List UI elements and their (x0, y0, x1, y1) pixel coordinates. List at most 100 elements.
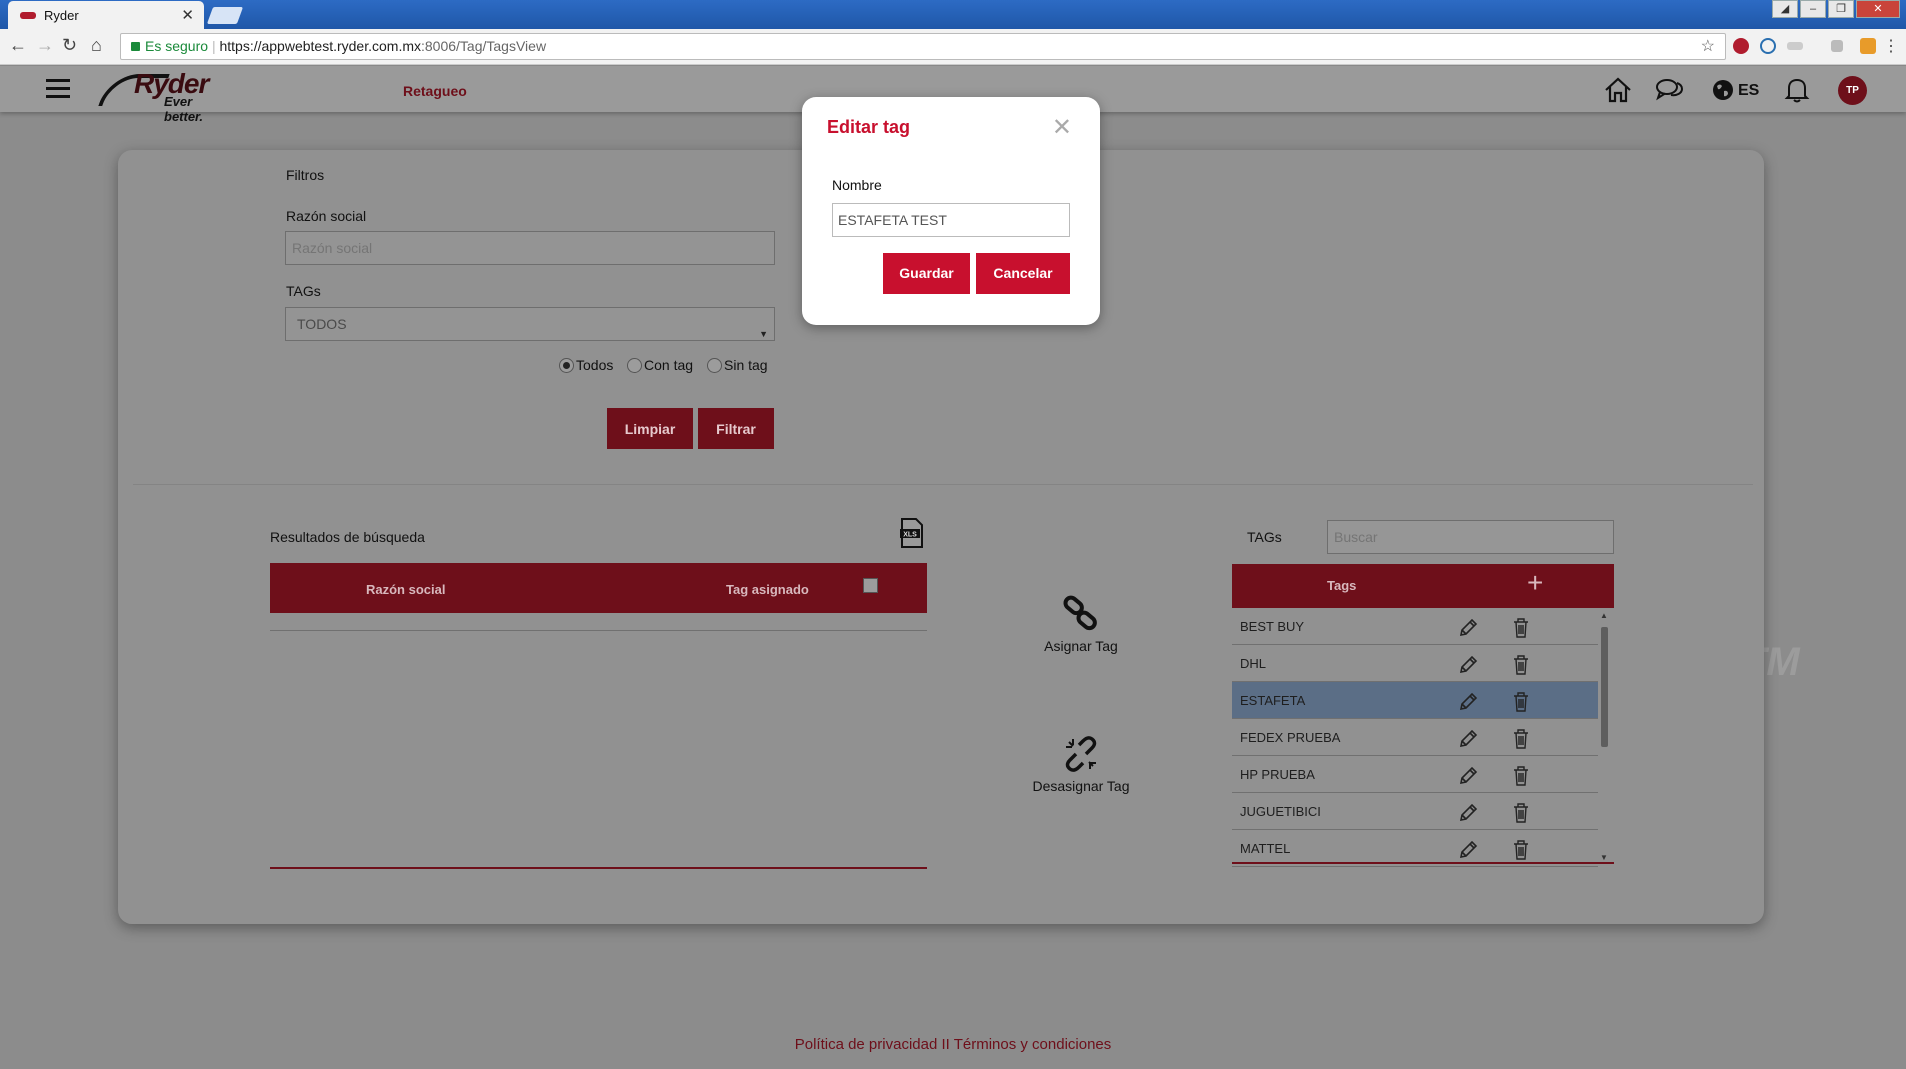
tag-name: DHL (1240, 656, 1267, 671)
footer-links[interactable]: Política de privacidad II Términos y con… (0, 1036, 1906, 1053)
pencil-icon[interactable] (1457, 728, 1479, 753)
select-all-checkbox[interactable] (863, 578, 878, 593)
reload-icon[interactable]: ↻ (62, 35, 77, 56)
trash-icon[interactable] (1512, 654, 1530, 679)
user-profile-icon[interactable]: ◢ (1772, 0, 1798, 18)
sync-extension-icon[interactable] (1760, 38, 1776, 54)
tag-row[interactable]: MATTEL (1232, 830, 1598, 867)
tag-row[interactable]: JUGUETIBICI (1232, 793, 1598, 830)
new-tab-button[interactable] (206, 7, 244, 24)
pencil-icon[interactable] (1457, 617, 1479, 642)
tag-row[interactable]: DHL (1232, 645, 1598, 682)
cancel-button[interactable]: Cancelar (976, 253, 1070, 294)
link-icon[interactable] (1061, 594, 1101, 634)
pencil-icon[interactable] (1457, 654, 1479, 679)
results-table-header: Razón social Tag asignado (270, 563, 927, 613)
trash-icon[interactable] (1512, 802, 1530, 827)
trash-icon[interactable] (1512, 765, 1530, 790)
home-icon[interactable]: ⌂ (91, 35, 102, 56)
pencil-icon[interactable] (1457, 839, 1479, 864)
tags-select[interactable]: TODOS ▼ (285, 307, 775, 341)
results-title: Resultados de búsqueda (270, 529, 425, 545)
pencil-icon[interactable] (1457, 691, 1479, 716)
bookmark-star-icon[interactable]: ☆ (1701, 34, 1715, 59)
chat-icon[interactable] (1655, 76, 1685, 104)
scroll-thumb[interactable] (1601, 627, 1608, 747)
save-button[interactable]: Guardar (883, 253, 970, 294)
tag-name: MATTEL (1240, 841, 1291, 856)
xls-file-icon[interactable]: XLS (899, 518, 925, 548)
clear-button[interactable]: Limpiar (607, 408, 693, 449)
scroll-up-icon[interactable]: ▲ (1600, 611, 1608, 620)
shield-extension-icon[interactable] (1733, 38, 1749, 54)
tag-row[interactable]: HP PRUEBA (1232, 756, 1598, 793)
tag-row[interactable]: FEDEX PRUEBA (1232, 719, 1598, 756)
unassign-tag-label[interactable]: Desasignar Tag (1016, 778, 1146, 794)
radio-sin-tag[interactable]: Sin tag (707, 357, 768, 373)
bell-icon[interactable] (1784, 76, 1810, 104)
home-icon[interactable] (1603, 76, 1633, 104)
nav-link-retagueo[interactable]: Retagueo (403, 83, 467, 99)
security-label: Es seguro (145, 38, 209, 54)
assign-tag-label[interactable]: Asignar Tag (1031, 638, 1131, 654)
trash-icon[interactable] (1512, 839, 1530, 864)
tab-close-icon[interactable]: ✕ (181, 6, 194, 24)
user-avatar[interactable]: TP (1838, 76, 1867, 105)
image-extension-icon[interactable] (1860, 38, 1876, 54)
svg-text:XLS: XLS (903, 532, 917, 539)
column-tags: Tags (1327, 578, 1357, 593)
globe-icon[interactable] (1711, 78, 1735, 102)
tags-filter-label: TAGs (286, 283, 321, 299)
column-tag-asignado: Tag asignado (726, 582, 809, 597)
puzzle-extension-icon[interactable] (1831, 40, 1843, 52)
forward-arrow-icon[interactable]: → (36, 35, 54, 56)
tag-row[interactable]: BEST BUY (1232, 608, 1598, 645)
results-table-body (270, 631, 927, 866)
lock-icon (131, 42, 140, 51)
column-razon-social: Razón social (366, 582, 446, 597)
modal-close-icon[interactable]: ✕ (1052, 113, 1072, 142)
tag-name: JUGUETIBICI (1240, 804, 1321, 819)
tags-table-header: Tags + (1232, 564, 1614, 608)
tag-row[interactable]: ESTAFETA (1232, 682, 1598, 719)
add-tag-plus-icon[interactable]: + (1527, 567, 1543, 599)
section-divider (133, 484, 1753, 485)
radio-todos[interactable]: Todos (559, 357, 613, 373)
razon-social-label: Razón social (286, 208, 367, 224)
razon-social-input[interactable] (285, 231, 775, 265)
tag-name: BEST BUY (1240, 619, 1305, 634)
edit-tag-modal: Editar tag ✕ Nombre ESTAFETA TEST Guarda… (802, 97, 1100, 325)
trash-icon[interactable] (1512, 617, 1530, 642)
radio-con-tag[interactable]: Con tag (627, 357, 693, 373)
pencil-icon[interactable] (1457, 765, 1479, 790)
nombre-input[interactable]: ESTAFETA TEST (832, 203, 1070, 237)
hamburger-menu-icon[interactable] (46, 79, 70, 103)
url-host: https://appwebtest.ryder.com.mx (219, 38, 421, 54)
language-selector[interactable]: ES (1738, 82, 1759, 100)
tag-name: HP PRUEBA (1240, 767, 1315, 782)
url-input[interactable]: Es seguro | https://appwebtest.ryder.com… (120, 33, 1726, 60)
pencil-icon[interactable] (1457, 802, 1479, 827)
tags-list-scrollbar[interactable]: ▲ ▼ (1597, 611, 1612, 862)
brand-tagline: Ever better. (164, 94, 204, 124)
browser-tab[interactable]: Ryder ✕ (8, 1, 204, 29)
modal-title: Editar tag (827, 117, 911, 137)
address-bar: ← → ↻ ⌂ Es seguro | https://appwebtest.r… (0, 29, 1906, 65)
browser-menu-icon[interactable]: ⋮ (1883, 36, 1899, 56)
bar-extension-icon[interactable] (1787, 42, 1803, 50)
unlink-icon[interactable] (1061, 734, 1101, 774)
filter-button[interactable]: Filtrar (698, 408, 774, 449)
dropdown-arrow-icon: ▼ (759, 329, 768, 339)
minimize-icon[interactable]: – (1800, 0, 1826, 18)
window-close-icon[interactable]: ✕ (1856, 0, 1900, 18)
trash-icon[interactable] (1512, 691, 1530, 716)
scroll-down-icon[interactable]: ▼ (1600, 853, 1608, 862)
maximize-icon[interactable]: ❐ (1828, 0, 1854, 18)
url-path: :8006/Tag/TagsView (421, 38, 547, 54)
tags-select-value: TODOS (297, 316, 347, 332)
back-arrow-icon[interactable]: ← (9, 35, 27, 56)
ryder-logo[interactable]: Ryder Ever better. (98, 68, 234, 124)
tags-search-input[interactable] (1327, 520, 1614, 554)
tag-name: ESTAFETA (1240, 693, 1306, 708)
trash-icon[interactable] (1512, 728, 1530, 753)
